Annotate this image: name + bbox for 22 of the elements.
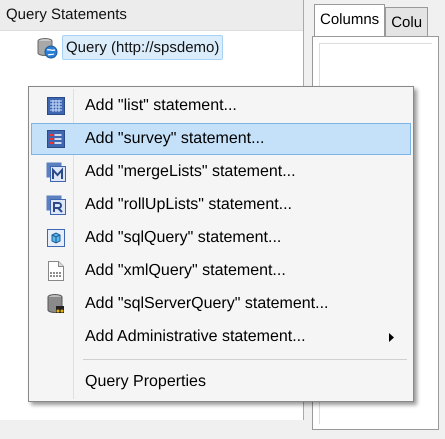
letter-r-icon [46, 195, 66, 215]
menu-item[interactable]: Add "list" statement... [31, 90, 411, 122]
cube-icon [47, 229, 65, 247]
table-icon [47, 97, 65, 115]
menu-item[interactable]: Add "xmlQuery" statement... [31, 255, 411, 287]
document-icon [48, 261, 64, 281]
menu-item[interactable]: Add "sqlServerQuery" statement... [31, 288, 411, 320]
menu-item[interactable]: Add "sqlQuery" statement... [31, 222, 411, 254]
menu-item[interactable]: Add "survey" statement... [31, 123, 411, 155]
tab[interactable]: Columns [314, 4, 386, 36]
tree-item[interactable]: Query (http://spsdemo) [62, 35, 224, 60]
menu-item[interactable]: Query Properties [31, 366, 411, 398]
panel-header: Query Statements [0, 0, 303, 31]
menu-item[interactable]: Add "mergeLists" statement... [31, 156, 411, 188]
letter-m-icon [46, 162, 66, 182]
database-globe-icon [36, 36, 58, 58]
tab[interactable]: Colu [385, 7, 428, 36]
menu-item[interactable]: Add Administrative statement... [31, 321, 411, 353]
menu-item[interactable]: Add "rollUpLists" statement... [31, 189, 411, 221]
submenu-arrow-icon [389, 332, 394, 342]
list-icon [47, 130, 65, 148]
database-icon [47, 294, 65, 314]
